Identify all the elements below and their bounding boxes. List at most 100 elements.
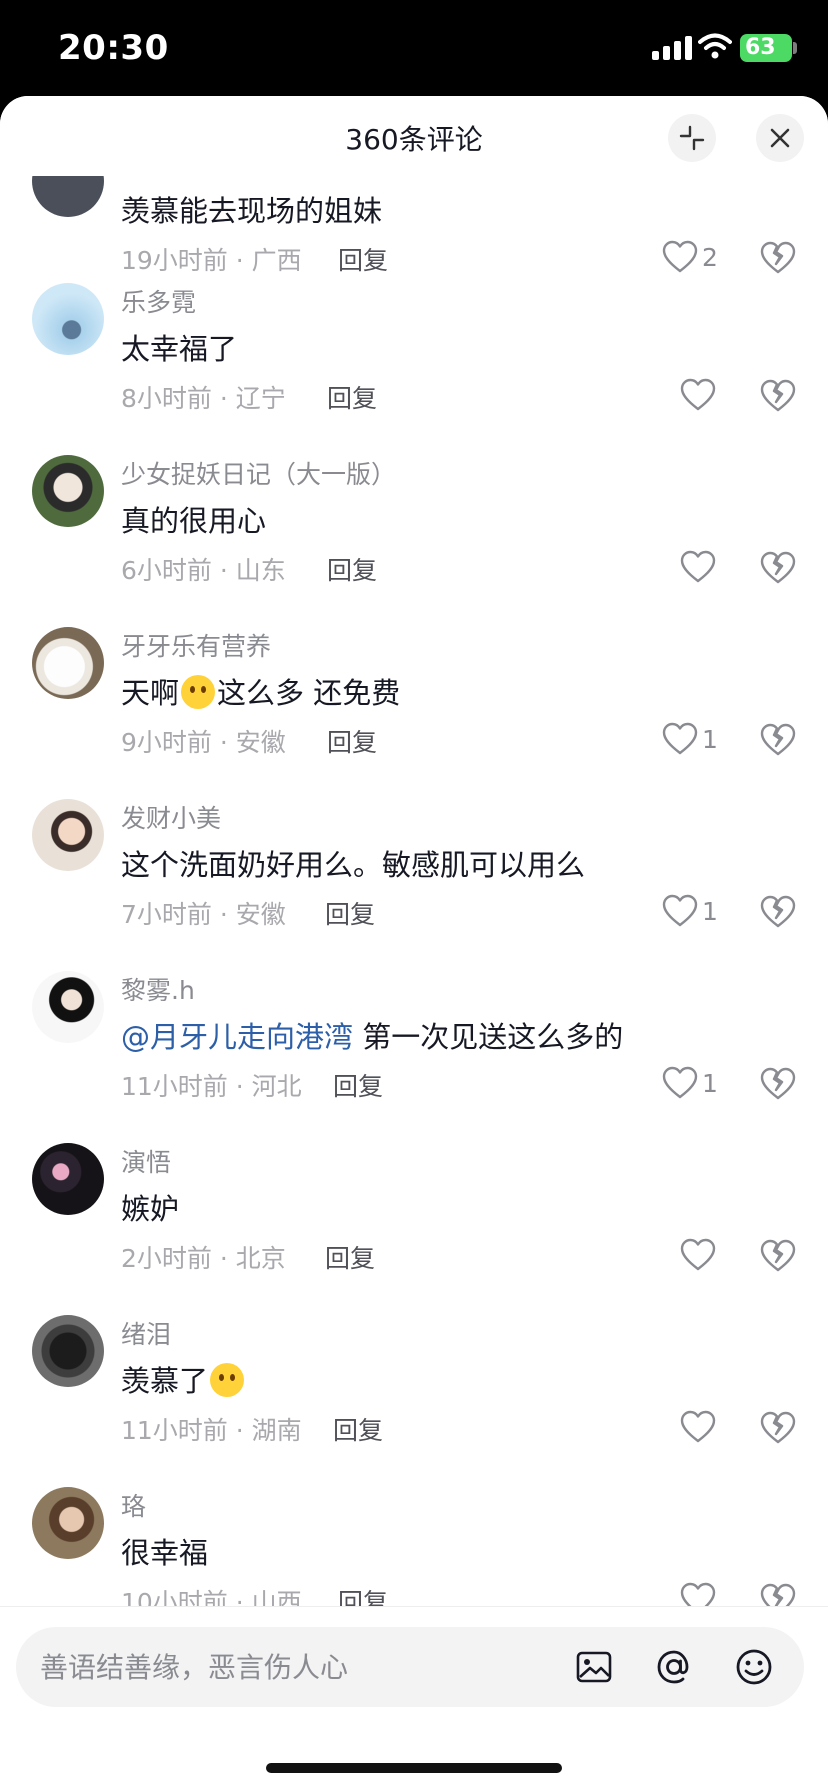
like-button[interactable] [680, 1407, 736, 1447]
comment-location: 辽宁 [235, 384, 286, 413]
like-count: 2 [702, 242, 718, 272]
like-button[interactable] [680, 1235, 736, 1275]
comment-time: 8小时前 [121, 384, 212, 413]
status-time: 20:30 [58, 28, 169, 68]
like-button[interactable]: 2 [662, 237, 718, 277]
broken-heart-icon[interactable] [758, 1235, 798, 1275]
reply-button[interactable]: 回复 [325, 1239, 375, 1275]
comment-time: 9小时前 [121, 728, 212, 757]
username[interactable]: 发财小美 [121, 799, 221, 835]
like-button[interactable] [680, 375, 736, 415]
comment-text: 羡慕了 [121, 1358, 246, 1400]
comment-location: 安徽 [235, 728, 286, 757]
comment-location: 广西 [251, 246, 302, 275]
avatar[interactable] [32, 1315, 104, 1387]
comment-meta: 11小时前 · 河北 [121, 1072, 302, 1101]
reply-button[interactable]: 回复 [333, 1411, 383, 1447]
comment-time: 6小时前 [121, 556, 212, 585]
comment-text-part: 羡慕了 [121, 1364, 209, 1398]
comment-text: 真的很用心 [121, 504, 267, 538]
reply-button[interactable]: 回复 [327, 379, 377, 415]
heart-icon [680, 550, 716, 583]
comment-text-part: 第一次见送这么多的 [353, 1020, 624, 1054]
comment-time: 7小时前 [121, 900, 212, 929]
username[interactable]: 绪泪 [121, 1315, 171, 1351]
comments-sheet: 360条评论 羡慕能去现场的姐妹 19小时前 · 广西 回复 2 乐多霓 太幸福… [0, 96, 828, 1792]
close-button[interactable] [756, 114, 804, 162]
reply-button[interactable]: 回复 [338, 241, 388, 277]
pleading-emoji-icon [210, 1363, 245, 1397]
like-button[interactable]: 1 [662, 891, 718, 931]
comment-text: @月牙儿走向港湾 第一次见送这么多的 [121, 1014, 623, 1056]
broken-heart-icon[interactable] [758, 891, 798, 931]
username[interactable]: 牙牙乐有营养 [121, 627, 271, 663]
heart-icon [680, 378, 716, 411]
home-indicator[interactable] [266, 1763, 562, 1773]
comment-input-container [16, 1627, 804, 1707]
battery-level: 63 [745, 35, 776, 60]
username[interactable]: 演悟 [121, 1143, 171, 1179]
comment-meta: 6小时前 · 山东 [121, 556, 286, 585]
avatar[interactable] [32, 455, 104, 527]
comment-item: 少女捉妖日记（大一版） 真的很用心 6小时前 · 山东 回复 [0, 455, 828, 627]
collapse-button[interactable] [668, 114, 716, 162]
crying-emoji-icon [181, 675, 216, 709]
battery-tip [793, 42, 797, 54]
like-button[interactable]: 1 [662, 719, 718, 759]
heart-icon [662, 240, 698, 273]
broken-heart-icon[interactable] [758, 547, 798, 587]
sheet-header: 360条评论 [0, 96, 828, 176]
avatar[interactable] [32, 1487, 104, 1559]
broken-heart-icon[interactable] [758, 719, 798, 759]
avatar[interactable] [32, 627, 104, 699]
battery-icon: 63 [740, 34, 792, 62]
like-count: 1 [702, 1068, 718, 1098]
comment-text: 嫉妒 [121, 1192, 180, 1226]
mention-link[interactable]: @月牙儿走向港湾 [121, 1020, 353, 1054]
wifi-icon [698, 33, 732, 59]
emoji-icon[interactable] [734, 1647, 774, 1687]
comment-text-part: 这么多 还免费 [217, 676, 401, 710]
comment-meta: 11小时前 · 湖南 [121, 1416, 302, 1445]
like-count: 1 [702, 896, 718, 926]
broken-heart-icon[interactable] [758, 237, 798, 277]
collapse-icon [679, 125, 705, 151]
comment-time: 11小时前 [121, 1416, 228, 1445]
comment-meta: 8小时前 · 辽宁 [121, 384, 286, 413]
status-bar: 20:30 63 [0, 0, 828, 96]
comment-input[interactable] [40, 1627, 540, 1707]
comment-location: 湖南 [251, 1416, 302, 1445]
username[interactable]: 少女捉妖日记（大一版） [121, 455, 396, 491]
comment-location: 河北 [251, 1072, 302, 1101]
comment-time: 19小时前 [121, 246, 228, 275]
reply-button[interactable]: 回复 [327, 551, 377, 587]
comment-meta: 19小时前 · 广西 [121, 246, 302, 275]
comment-list[interactable]: 羡慕能去现场的姐妹 19小时前 · 广西 回复 2 乐多霓 太幸福了 8小时前 … [0, 96, 828, 1617]
heart-icon [680, 1410, 716, 1443]
avatar[interactable] [32, 971, 104, 1043]
comment-location: 北京 [235, 1244, 286, 1273]
comment-time: 2小时前 [121, 1244, 212, 1273]
like-button[interactable] [680, 547, 736, 587]
avatar[interactable] [32, 283, 104, 355]
avatar[interactable] [32, 799, 104, 871]
comment-item: 牙牙乐有营养 天啊 这么多 还免费 9小时前 · 安徽 回复 1 [0, 627, 828, 799]
broken-heart-icon[interactable] [758, 375, 798, 415]
username[interactable]: 黎雾.h [121, 971, 195, 1007]
reply-button[interactable]: 回复 [327, 723, 377, 759]
broken-heart-icon[interactable] [758, 1407, 798, 1447]
comment-item: 演悟 嫉妒 2小时前 · 北京 回复 [0, 1143, 828, 1315]
avatar[interactable] [32, 1143, 104, 1215]
signal-icon [652, 36, 692, 60]
like-button[interactable]: 1 [662, 1063, 718, 1103]
at-mention-icon[interactable] [654, 1647, 694, 1687]
comment-location: 安徽 [235, 900, 286, 929]
username[interactable]: 珞 [121, 1487, 146, 1523]
comment-location: 山东 [235, 556, 286, 585]
image-icon[interactable] [574, 1647, 614, 1687]
heart-icon [662, 1066, 698, 1099]
reply-button[interactable]: 回复 [333, 1067, 383, 1103]
reply-button[interactable]: 回复 [325, 895, 375, 931]
username[interactable]: 乐多霓 [121, 283, 196, 319]
broken-heart-icon[interactable] [758, 1063, 798, 1103]
